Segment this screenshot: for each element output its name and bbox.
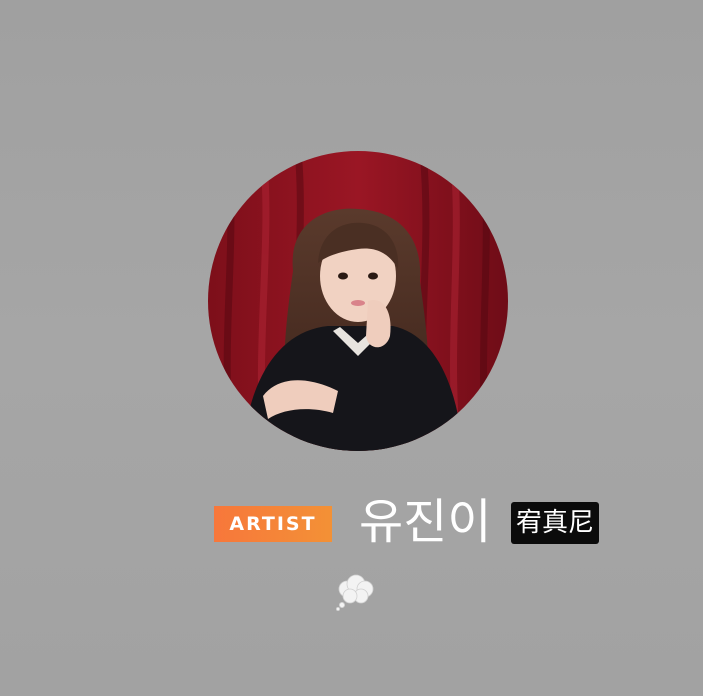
- profile-photo: [208, 151, 508, 451]
- alt-name-tag: 宥真尼: [511, 502, 600, 544]
- display-name: 유진이: [359, 494, 492, 550]
- thought-bubble-icon[interactable]: [334, 572, 378, 612]
- artist-badge: ARTIST: [214, 506, 332, 542]
- profile-avatar[interactable]: [208, 151, 508, 451]
- profile-screen: ARTIST 유진이 宥真尼: [0, 0, 703, 696]
- profile-name-row: ARTIST 유진이 宥真尼: [214, 490, 634, 560]
